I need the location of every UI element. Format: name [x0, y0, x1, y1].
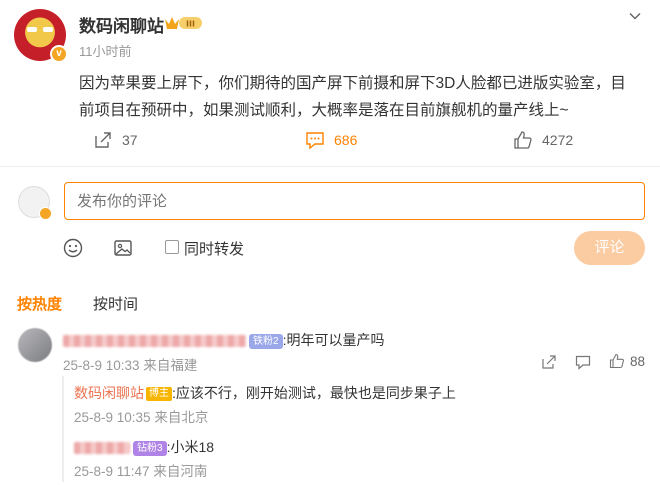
reply-header: 钻粉3:小米18	[74, 437, 214, 457]
level-badge-text: III	[186, 20, 195, 29]
comment-input[interactable]	[64, 182, 645, 220]
reply-text: :小米18	[166, 439, 215, 455]
reply-location: 来自北京	[154, 410, 209, 425]
host-tag: 博主	[146, 387, 172, 402]
share-icon[interactable]	[541, 354, 557, 370]
fan-badge: 铁粉2	[249, 333, 283, 349]
reply-date: 25-8-9 10:35	[74, 410, 151, 425]
level-crown-badge-icon[interactable]: III	[163, 14, 203, 32]
author-name[interactable]: 数码闲聊站	[79, 12, 164, 37]
share-icon	[95, 132, 111, 148]
comment-header: 铁粉2:明年可以量产吗	[63, 330, 384, 350]
emoji-icon[interactable]	[63, 238, 83, 258]
tab-sort-hot[interactable]: 按热度	[17, 293, 62, 314]
comment-count: 686	[334, 132, 358, 148]
avatar-mask-eye	[27, 27, 37, 32]
repost-label[interactable]: 同时转发	[184, 238, 244, 259]
reply-meta: 25-8-9 10:35 来自北京	[74, 406, 208, 426]
divider	[0, 166, 660, 167]
comment-text: :明年可以量产吗	[282, 332, 385, 348]
comment-location: 来自福建	[143, 358, 198, 373]
share-count: 37	[122, 132, 138, 148]
current-user-avatar	[18, 186, 52, 220]
reply-meta: 25-8-9 11:47 来自河南	[74, 460, 207, 480]
reply-author-name-blurred[interactable]	[74, 442, 130, 455]
repost-checkbox[interactable]	[165, 240, 179, 254]
reply-thread-line	[62, 376, 64, 482]
reply-location: 来自河南	[153, 464, 208, 479]
comment-meta: 25-8-9 10:33 来自福建	[63, 354, 197, 374]
thumbs-up-icon	[514, 131, 532, 149]
like-count: 4272	[542, 132, 574, 148]
reply-header: 数码闲聊站 博主:应该不行，刚开始测试，最快也是同步果子上	[74, 383, 456, 403]
commenter-avatar[interactable]	[18, 328, 52, 362]
commenter-name-blurred[interactable]	[63, 335, 246, 348]
comment-button[interactable]: 686	[305, 128, 357, 152]
share-button[interactable]: 37	[93, 128, 138, 152]
submit-comment-button[interactable]: 评论	[574, 231, 645, 265]
comment-date: 25-8-9 10:33	[63, 358, 140, 373]
tab-sort-time[interactable]: 按时间	[93, 293, 138, 314]
thumbs-up-icon[interactable]	[609, 353, 625, 369]
post-body-text: 因为苹果要上屏下，你们期待的国产屏下前摄和屏下3D人脸都已进版实验室，目前项目在…	[79, 75, 626, 119]
chevron-down-icon[interactable]	[628, 9, 642, 23]
comment-like-count: 88	[630, 354, 646, 369]
post-timestamp[interactable]: 11小时前	[79, 41, 132, 60]
reply-date: 25-8-9 11:47	[74, 464, 150, 479]
like-button[interactable]: 4272	[513, 128, 573, 152]
reply-text: :应该不行，刚开始测试，最快也是同步果子上	[172, 385, 456, 401]
author-avatar[interactable]: v	[14, 9, 68, 63]
fan-badge: 钻粉3	[133, 440, 167, 456]
image-icon[interactable]	[113, 238, 133, 258]
avatar-mask-eye	[43, 27, 53, 32]
reply-author-name[interactable]: 数码闲聊站	[74, 385, 144, 401]
reply-icon[interactable]	[575, 354, 591, 370]
verified-badge-icon	[39, 207, 52, 220]
verified-badge-icon: v	[50, 45, 68, 63]
comment-icon	[306, 132, 324, 150]
